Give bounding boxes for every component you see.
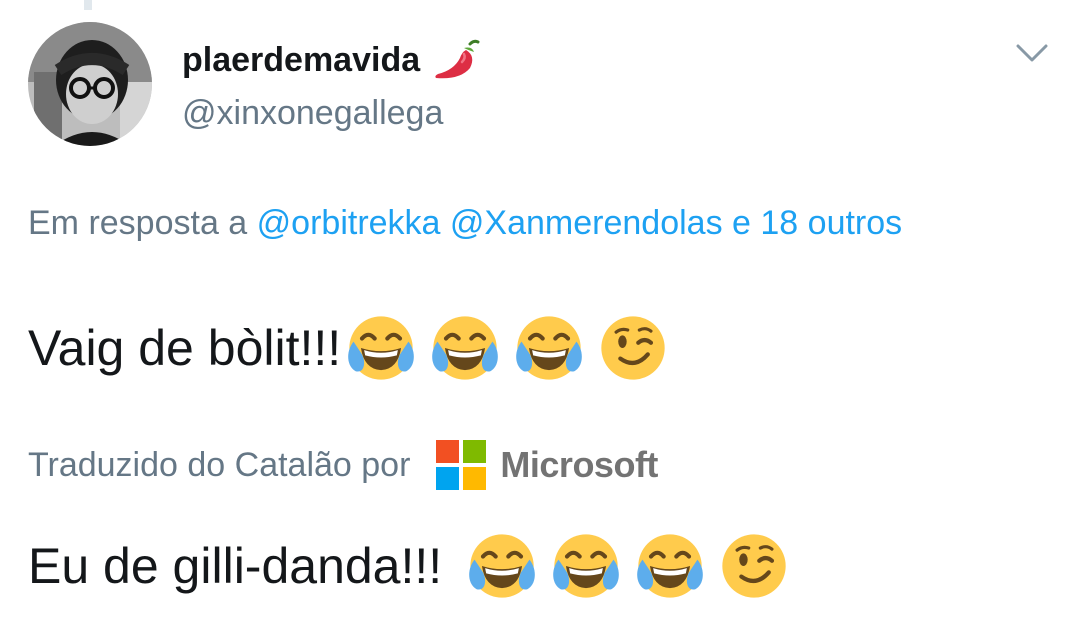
- reply-context: Em resposta a @orbitrekka @Xanmerendolas…: [28, 196, 1028, 250]
- winking-face-icon: [595, 310, 671, 386]
- reply-prefix: Em resposta a: [28, 204, 248, 242]
- avatar-photo: [28, 22, 152, 146]
- mention-link-orbitrekka[interactable]: @orbitrekka: [257, 204, 441, 242]
- tweet-text-content: Vaig de bòlit!!!: [28, 320, 342, 376]
- microsoft-logo-icon: [436, 440, 487, 490]
- author-display-name-row[interactable]: plaerdemavida: [182, 38, 482, 82]
- laughing-tears-icon: [548, 528, 624, 604]
- thread-connector-line: [84, 0, 92, 10]
- translated-text-content: Eu de gilli-danda!!!: [28, 538, 443, 594]
- laughing-tears-icon: [632, 528, 708, 604]
- tweet-emoji-row: [343, 310, 671, 386]
- translation-attribution: Traduzido do Catalão por Microsoft: [28, 440, 658, 490]
- microsoft-wordmark: Microsoft: [500, 444, 658, 485]
- more-recipients-link[interactable]: e 18 outros: [732, 204, 902, 242]
- laughing-tears-icon: [427, 310, 503, 386]
- chili-pepper-icon: [435, 39, 480, 79]
- laughing-tears-icon: [343, 310, 419, 386]
- laughing-tears-icon: [511, 310, 587, 386]
- tweet-text: Vaig de bòlit!!!: [28, 310, 671, 386]
- laughing-tears-icon: [464, 528, 540, 604]
- translated-text: Eu de gilli-danda!!!: [28, 528, 792, 604]
- translation-label: Traduzido do Catalão por: [28, 445, 411, 484]
- author-handle[interactable]: @xinxonegallega: [182, 94, 443, 133]
- microsoft-translator-link[interactable]: Microsoft: [436, 440, 658, 490]
- avatar[interactable]: [28, 22, 152, 146]
- winking-face-icon: [716, 528, 792, 604]
- chevron-down-icon[interactable]: [1014, 40, 1050, 66]
- author-display-name[interactable]: plaerdemavida: [182, 41, 420, 80]
- mention-link-xanmerendolas[interactable]: @Xanmerendolas: [450, 204, 723, 242]
- translated-emoji-row: [464, 528, 792, 604]
